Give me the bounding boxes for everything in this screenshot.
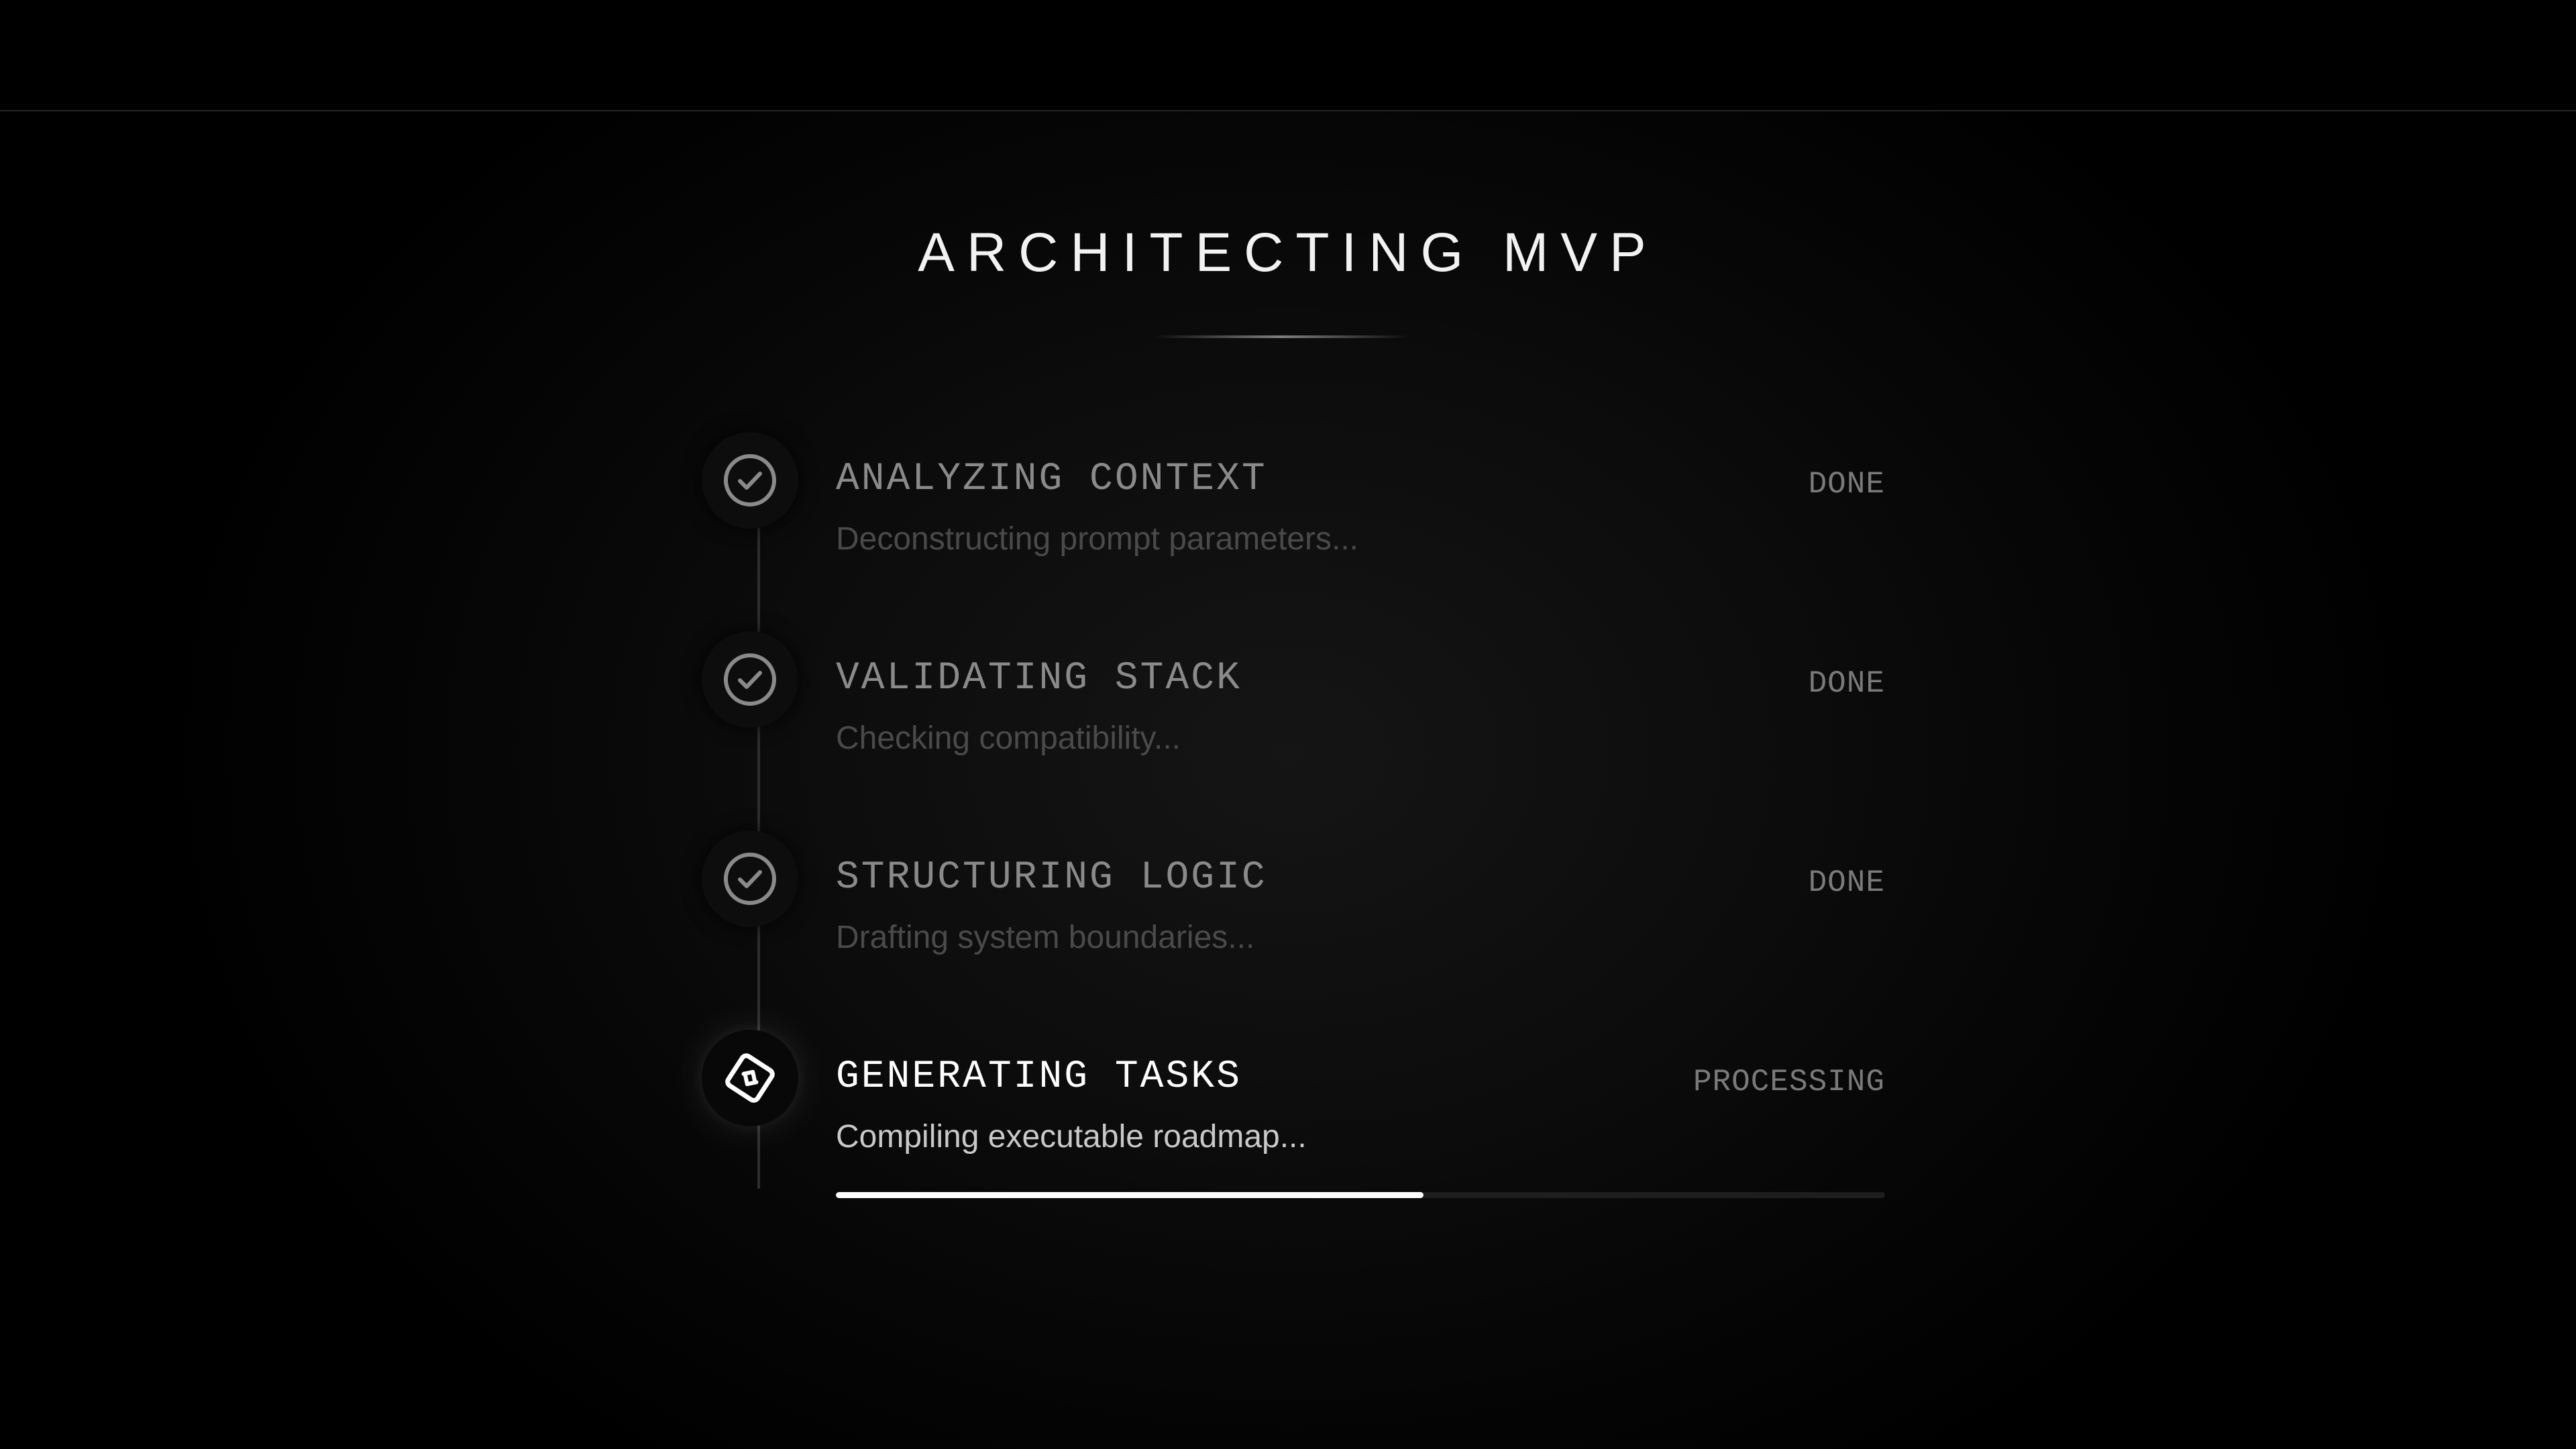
step-structuring-logic: STRUCTURING LOGIC Drafting system bounda… (702, 830, 1885, 985)
title-divider (1154, 335, 1409, 338)
step-status: DONE (1808, 467, 1885, 502)
step-description: Drafting system boundaries... (836, 920, 1255, 955)
check-circle-icon (702, 830, 798, 927)
app-window: ARCHITECTING MVP ANALYZING CONTEXT Decon… (0, 0, 2576, 1449)
step-generating-tasks: GENERATING TASKS Compiling executable ro… (702, 1030, 1885, 1184)
progress-bar-fill (836, 1192, 1424, 1198)
step-title: GENERATING TASKS (836, 1055, 1242, 1099)
step-validating-stack: VALIDATING STACK Checking compatibility.… (702, 631, 1885, 786)
step-description: Compiling executable roadmap... (836, 1119, 1307, 1155)
step-title: ANALYZING CONTEXT (836, 458, 1267, 501)
progress-bar (836, 1192, 1885, 1198)
step-status: DONE (1808, 666, 1885, 701)
step-title: VALIDATING STACK (836, 657, 1242, 700)
step-status: PROCESSING (1693, 1065, 1885, 1099)
step-analyzing-context: ANALYZING CONTEXT Deconstructing prompt … (702, 432, 1885, 586)
step-title: STRUCTURING LOGIC (836, 856, 1267, 900)
check-circle-icon (702, 631, 798, 728)
step-description: Deconstructing prompt parameters... (836, 521, 1358, 557)
step-description: Checking compatibility... (836, 720, 1181, 756)
processing-diamond-icon (702, 1030, 798, 1126)
check-circle-icon (702, 432, 798, 529)
step-status: DONE (1808, 865, 1885, 900)
page-title: ARCHITECTING MVP (918, 222, 1658, 283)
top-bar (0, 0, 2576, 111)
